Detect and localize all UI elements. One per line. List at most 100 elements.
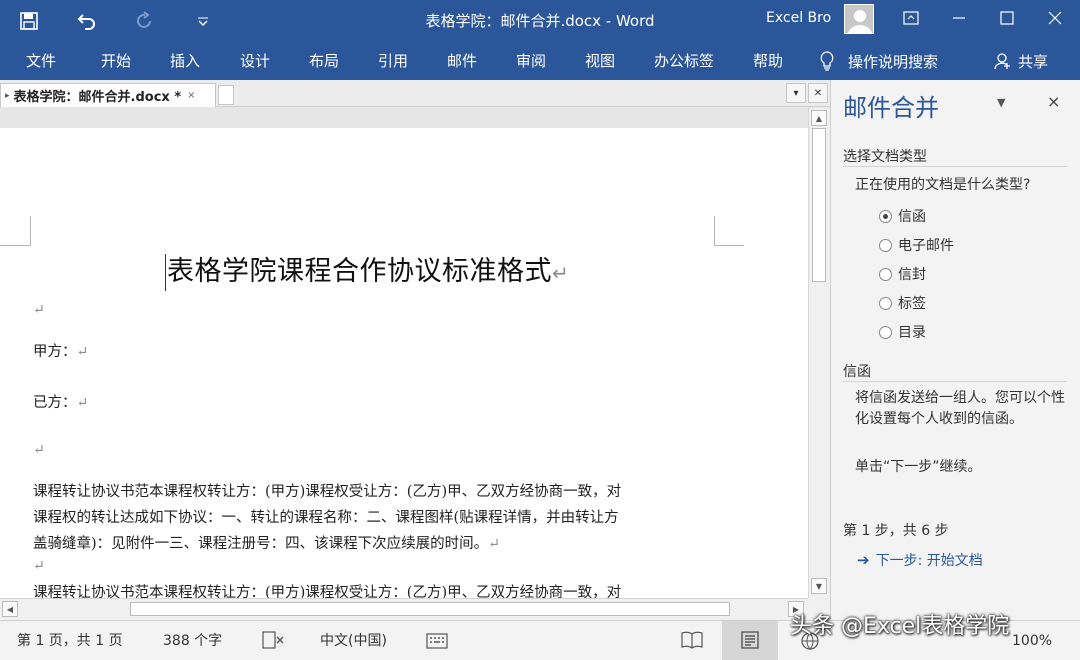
print-layout-button[interactable] bbox=[722, 621, 778, 660]
maximize-icon bbox=[1000, 11, 1014, 25]
tab-view[interactable]: 视图 bbox=[585, 42, 615, 80]
word-count[interactable]: 388 个字 bbox=[163, 621, 222, 660]
tab-design[interactable]: 设计 bbox=[240, 42, 270, 80]
tab-mailings[interactable]: 邮件 bbox=[447, 42, 477, 80]
next-step-label: 下一步: 开始文档 bbox=[875, 553, 983, 569]
quick-access-toolbar bbox=[0, 0, 232, 42]
vertical-scroll-thumb[interactable] bbox=[812, 128, 826, 282]
horizontal-scrollbar[interactable]: ◀ ▶ bbox=[0, 598, 808, 620]
party-a-line[interactable]: 甲方：↵ bbox=[33, 340, 88, 361]
radio-selected-icon bbox=[879, 209, 892, 223]
undo-button[interactable] bbox=[58, 0, 116, 42]
tab-list-dropdown[interactable]: ▾ bbox=[786, 83, 806, 103]
close-tab-button[interactable]: × bbox=[187, 90, 195, 101]
tell-me-label: 操作说明搜索 bbox=[848, 52, 939, 71]
document-tab-strip: ▸ 表格学院：邮件合并.docx * × ▾ ✕ bbox=[0, 80, 830, 107]
user-name[interactable]: Excel Bro bbox=[766, 0, 831, 36]
tell-me-search[interactable]: 操作说明搜索 bbox=[820, 42, 938, 80]
tab-review[interactable]: 审阅 bbox=[516, 42, 546, 80]
body-paragraph[interactable]: 课程转让协议书范本课程权转让方：(甲方)课程权受让方：(乙方)甲、乙双方经协商一… bbox=[33, 580, 723, 598]
book-icon bbox=[681, 631, 703, 649]
document-heading[interactable]: 表格学院课程合作协议标准格式↵ bbox=[165, 254, 569, 291]
document-area: 表格学院课程合作协议标准格式↵ ↵ 甲方：↵ 已方：↵ ↵ 课程转让协议书范本课… bbox=[0, 108, 808, 598]
scroll-down-button[interactable]: ▼ bbox=[811, 578, 827, 594]
tab-layout[interactable]: 布局 bbox=[309, 42, 339, 80]
tab-references[interactable]: 引用 bbox=[378, 42, 408, 80]
share-label: 共享 bbox=[1018, 52, 1049, 71]
paragraph-mark: ↵ bbox=[33, 442, 45, 458]
vertical-scrollbar[interactable]: ▲ ▼ bbox=[808, 108, 830, 598]
radio-unselected-icon bbox=[879, 267, 892, 281]
pane-close-button[interactable]: × bbox=[1047, 92, 1060, 111]
accessibility-button[interactable] bbox=[426, 631, 448, 653]
watermark-text: 头条 @Excel表格学院 bbox=[790, 614, 1010, 639]
arrow-right-icon: ➔ bbox=[857, 551, 870, 569]
empty-line[interactable]: ↵ bbox=[33, 442, 45, 458]
language-indicator[interactable]: 中文(中国) bbox=[320, 621, 387, 660]
redo-button[interactable] bbox=[116, 0, 174, 42]
scroll-up-button[interactable]: ▲ bbox=[811, 110, 827, 126]
scroll-left-button[interactable]: ◀ bbox=[2, 601, 18, 617]
body-paragraph[interactable]: 课程转让协议书范本课程权转让方：(甲方)课程权受让方：(乙方)甲、乙双方经协商一… bbox=[33, 479, 723, 557]
undo-icon bbox=[77, 14, 95, 30]
paragraph-mark: ↵ bbox=[76, 395, 89, 411]
document-tab[interactable]: ▸ 表格学院：邮件合并.docx * × bbox=[0, 83, 216, 107]
paragraph-mark: ↵ bbox=[552, 261, 570, 285]
radio-email[interactable]: 电子邮件 bbox=[879, 235, 954, 255]
empty-line[interactable]: ↵ bbox=[33, 558, 45, 574]
close-document-button[interactable]: ✕ bbox=[808, 83, 828, 103]
chevron-down-icon bbox=[198, 17, 208, 26]
maximize-button[interactable] bbox=[984, 0, 1030, 36]
paragraph-mark: ↵ bbox=[33, 302, 45, 318]
section-heading-doc-type: 选择文档类型 bbox=[843, 149, 927, 165]
paragraph-text: 课程转让协议书范本课程权转让方：(甲方)课程权受让方：(乙方)甲、乙双方经协商一… bbox=[33, 484, 622, 552]
document-tab-label: 表格学院：邮件合并.docx * bbox=[13, 90, 182, 105]
horizontal-scroll-thumb[interactable] bbox=[130, 602, 730, 616]
next-step-link[interactable]: ➔ 下一步: 开始文档 bbox=[857, 550, 983, 570]
zoom-level[interactable]: 100% bbox=[1012, 621, 1052, 660]
ribbon-display-options-button[interactable] bbox=[888, 0, 934, 36]
avatar[interactable] bbox=[844, 4, 874, 34]
party-b-label: 已方： bbox=[33, 395, 77, 411]
user-avatar-icon bbox=[848, 10, 872, 33]
party-b-line[interactable]: 已方：↵ bbox=[33, 391, 88, 412]
proofing-button[interactable] bbox=[262, 631, 284, 653]
radio-labels[interactable]: 标签 bbox=[879, 293, 926, 313]
lightbulb-icon bbox=[820, 51, 834, 71]
save-button[interactable] bbox=[0, 0, 58, 42]
share-button[interactable]: 共享 bbox=[994, 42, 1048, 80]
radio-letters[interactable]: 信函 bbox=[879, 206, 926, 226]
tab-home[interactable]: 开始 bbox=[101, 42, 131, 80]
paragraph-mark: ↵ bbox=[76, 344, 89, 360]
tab-insert[interactable]: 插入 bbox=[170, 42, 200, 80]
pane-title: 邮件合并 bbox=[843, 94, 939, 122]
paragraph-mark: ↵ bbox=[488, 536, 500, 552]
redo-icon bbox=[137, 11, 151, 28]
empty-line[interactable]: ↵ bbox=[33, 302, 45, 318]
close-window-button[interactable] bbox=[1032, 0, 1078, 36]
pane-options-button[interactable]: ▼ bbox=[997, 96, 1005, 109]
tab-office-tabs[interactable]: 办公标签 bbox=[654, 42, 714, 80]
radio-label: 标签 bbox=[898, 296, 926, 312]
letters-description: 将信函发送给一组人。您可以个性化设置每个人收到的信函。 bbox=[855, 390, 1065, 427]
party-a-label: 甲方： bbox=[33, 344, 77, 360]
minimize-button[interactable] bbox=[936, 0, 982, 36]
page-layout-icon bbox=[741, 631, 759, 649]
page-indicator[interactable]: 第 1 页，共 1 页 bbox=[17, 621, 123, 660]
radio-envelopes[interactable]: 信封 bbox=[879, 264, 926, 284]
customize-qat-button[interactable] bbox=[174, 0, 232, 42]
read-mode-button[interactable] bbox=[681, 631, 703, 653]
radio-label: 目录 bbox=[898, 325, 926, 341]
new-tab-button[interactable] bbox=[218, 85, 234, 105]
share-person-icon bbox=[994, 53, 1010, 70]
proofing-icon bbox=[262, 631, 284, 649]
radio-directory[interactable]: 目录 bbox=[879, 322, 926, 342]
save-icon bbox=[20, 12, 38, 30]
tab-help[interactable]: 帮助 bbox=[753, 42, 783, 80]
window-title: 表格学院：邮件合并.docx - Word bbox=[425, 12, 655, 30]
section-divider bbox=[843, 381, 1067, 382]
pin-icon[interactable]: ▸ bbox=[5, 91, 10, 101]
section-heading-letters: 信函 bbox=[843, 364, 871, 380]
keyboard-icon bbox=[426, 633, 448, 649]
tab-file[interactable]: 文件 bbox=[26, 42, 56, 80]
